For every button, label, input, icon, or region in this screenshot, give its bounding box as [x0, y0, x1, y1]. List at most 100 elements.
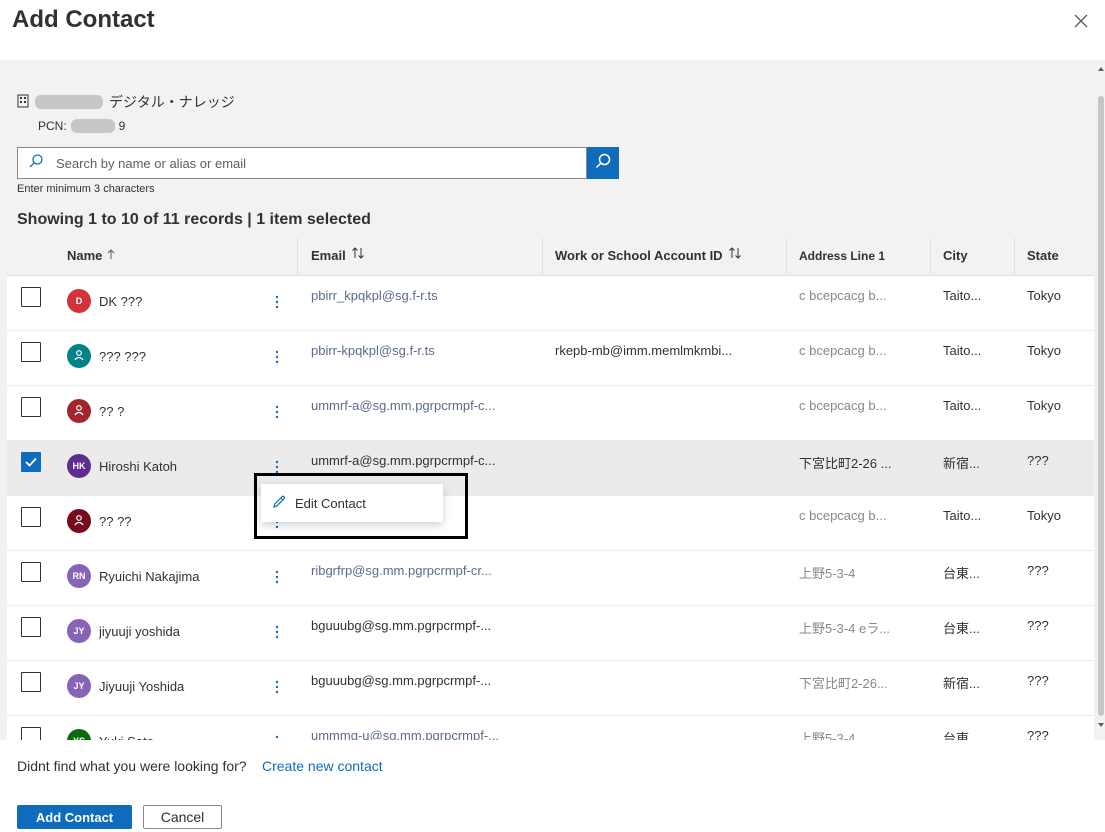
sort-icon: [351, 236, 365, 276]
column-divider: [1014, 238, 1015, 274]
table-row[interactable]: RN Ryuichi Nakajima ribgrfrp@sg.mm.pgrpcrm…: [7, 551, 1094, 606]
more-vertical-icon[interactable]: [265, 455, 289, 479]
building-icon: [17, 94, 29, 111]
column-header-email-label: Email: [311, 248, 346, 263]
column-header-city[interactable]: City: [943, 236, 968, 276]
table-row[interactable]: ??? ??? pbirr-kpqkpl@sg.f-r.ts rkepb-mb@im…: [7, 331, 1094, 386]
context-menu-edit-contact[interactable]: Edit Contact: [261, 484, 443, 522]
row-checkbox[interactable]: [21, 507, 41, 527]
column-header-address-label: Address Line 1: [799, 249, 886, 263]
search-hint: Enter minimum 3 characters: [17, 183, 155, 195]
search-icon: [594, 152, 612, 175]
column-header-work-label: Work or School Account ID: [555, 248, 723, 263]
row-checkbox[interactable]: [21, 342, 41, 362]
contact-city: 新宿...: [943, 456, 980, 471]
row-checkbox[interactable]: [21, 287, 41, 307]
dialog-header: Add Contact: [0, 0, 1105, 60]
row-checkbox[interactable]: [21, 727, 41, 740]
redacted-block: [70, 119, 115, 133]
column-header-state[interactable]: State: [1027, 236, 1059, 276]
contact-state: Tokyo: [1027, 398, 1061, 413]
avatar: JY: [67, 619, 91, 643]
contact-name: ?? ?: [99, 404, 125, 419]
scrollbar[interactable]: [1097, 60, 1105, 740]
column-header-work[interactable]: Work or School Account ID: [555, 236, 742, 276]
avatar-initials: JY: [73, 626, 85, 636]
row-checkbox[interactable]: [21, 397, 41, 417]
create-new-contact-link[interactable]: Create new contact: [262, 758, 383, 774]
more-vertical-icon[interactable]: [265, 620, 289, 644]
avatar-initials: D: [75, 296, 83, 306]
search-input[interactable]: [56, 155, 556, 171]
person-icon: [73, 514, 85, 528]
contact-email: bguuubg@sg.mm.pgrpcrmpf-...: [311, 673, 492, 688]
contact-name: Hiroshi Katoh: [99, 459, 178, 474]
contact-state: ???: [1027, 728, 1049, 740]
search-box: [17, 147, 587, 179]
cancel-button[interactable]: Cancel: [143, 805, 222, 829]
avatar: [67, 509, 91, 533]
table-row[interactable]: JY jiyuuji yoshida bguuubg@sg.mm.pgrpcrmpf…: [7, 606, 1094, 661]
avatar: YS: [67, 729, 91, 740]
table-row[interactable]: HK Hiroshi Katoh ummrf-a@sg.mm.pgrpcrmpf-c…: [7, 441, 1094, 496]
contact-state: Tokyo: [1027, 288, 1061, 303]
avatar: [67, 344, 91, 368]
column-header-email[interactable]: Email: [311, 236, 365, 276]
dialog-title: Add Contact: [12, 6, 155, 33]
table-row[interactable]: YSYuki Satoummmg-u@sg.mm.pgrpcrmpf-...上野…: [7, 716, 1094, 740]
table-row[interactable]: JY Jiyuuji Yoshida bguuubg@sg.mm.pgrpcrmpf…: [7, 661, 1094, 716]
contact-address: c bcepcacg b...: [799, 343, 887, 358]
contact-email: ummrf-a@sg.mm.pgrpcrmpf-c...: [311, 398, 496, 413]
search-button[interactable]: [587, 147, 619, 179]
scrollbar-thumb[interactable]: [1098, 96, 1104, 716]
contact-name: jiyuuji yoshida: [99, 624, 180, 639]
contact-city: 新宿...: [943, 676, 980, 691]
pcn-line: PCN: 9: [38, 119, 125, 133]
contact-state: ???: [1027, 618, 1049, 633]
column-header-name[interactable]: Name: [67, 236, 115, 276]
person-icon: [73, 404, 85, 418]
table-row[interactable]: ?? ? ummrf-a@sg.mm.pgrpcrmpf-c... c bcepca…: [7, 386, 1094, 441]
row-checkbox[interactable]: [21, 562, 41, 582]
contact-email: bguuubg@sg.mm.pgrpcrmpf-...: [311, 618, 492, 633]
avatar: RN: [67, 564, 91, 588]
more-vertical-icon[interactable]: [265, 675, 289, 699]
scroll-up-icon[interactable]: [1097, 64, 1105, 74]
more-vertical-icon[interactable]: [265, 565, 289, 589]
records-summary: Showing 1 to 10 of 11 records | 1 item s…: [17, 211, 371, 228]
contact-address: 下宮比町2-26...: [799, 676, 888, 691]
avatar-initials: JY: [73, 681, 85, 691]
avatar: D: [67, 289, 91, 313]
contact-email: ummrf-a@sg.mm.pgrpcrmpf-c...: [311, 453, 496, 468]
contact-city: Taito...: [943, 288, 982, 303]
contact-address: c bcepcacg b...: [799, 508, 887, 523]
contact-email: pbirr-kpqkpl@sg.f-r.ts: [311, 343, 435, 358]
row-checkbox[interactable]: [21, 452, 41, 472]
contact-address: 上野5-3-4: [799, 731, 856, 740]
column-header-city-label: City: [943, 248, 968, 263]
column-divider: [542, 238, 543, 274]
close-icon[interactable]: [1068, 8, 1094, 34]
scroll-down-icon[interactable]: [1097, 720, 1105, 730]
avatar-initials: RN: [72, 571, 86, 581]
column-divider: [297, 238, 298, 274]
more-vertical-icon[interactable]: [265, 290, 289, 314]
redacted-block: [35, 95, 103, 109]
column-divider: [930, 238, 931, 274]
contact-name: ??? ???: [99, 349, 146, 364]
more-vertical-icon[interactable]: [265, 730, 289, 740]
more-vertical-icon[interactable]: [265, 400, 289, 424]
contact-name: Ryuichi Nakajima: [99, 569, 200, 584]
row-checkbox[interactable]: [21, 672, 41, 692]
contact-city: 台東...: [943, 731, 980, 740]
table-row[interactable]: D DK ??? pbirr_kpqkpl@sg.f-r.ts c bcepcacg …: [7, 276, 1094, 331]
contact-state: Tokyo: [1027, 508, 1061, 523]
edit-contact-label: Edit Contact: [295, 495, 366, 511]
add-contact-button[interactable]: Add Contact: [17, 805, 132, 829]
contact-state: Tokyo: [1027, 343, 1061, 358]
table-row[interactable]: ?? ??...ncmum.tsc bcepcacg b...Taito...T…: [7, 496, 1094, 551]
row-checkbox[interactable]: [21, 617, 41, 637]
more-vertical-icon[interactable]: [265, 345, 289, 369]
column-header-address[interactable]: Address Line 1: [799, 236, 885, 276]
contact-work-id: rkepb-mb@imm.memlmkmbi...: [555, 343, 733, 358]
